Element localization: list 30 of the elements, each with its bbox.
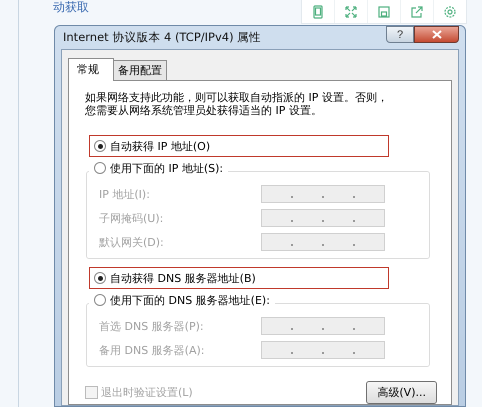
option-label: 自动获得 DNS 服务器地址(B) xyxy=(110,270,256,286)
share-icon[interactable] xyxy=(410,4,424,18)
tab[interactable]: 常规 xyxy=(68,58,114,81)
window-title: Internet 协议版本 4 (TCP/IPv4) 属性 xyxy=(62,30,262,45)
tab[interactable]: 备用配置 xyxy=(113,60,167,81)
save-icon[interactable] xyxy=(377,4,391,18)
ip-input-field[interactable] xyxy=(261,209,385,227)
option-label: 自动获得 IP 地址(O) xyxy=(110,138,210,154)
settings-icon[interactable] xyxy=(443,4,457,18)
field-label: 默认网关(D): xyxy=(99,234,164,250)
tablet-icon[interactable] xyxy=(311,4,325,18)
description-text: 如果网络支持此功能，则可以获取自动指派的 IP 设置。否则， xyxy=(85,91,389,104)
close-button[interactable] xyxy=(414,26,459,43)
field-label: 首选 DNS 服务器(P): xyxy=(99,318,204,334)
fullscreen-icon[interactable] xyxy=(344,4,358,18)
advanced-button[interactable]: 高级(V)... xyxy=(366,381,437,404)
ip-input-field[interactable] xyxy=(261,233,385,251)
checkbox-label: 退出时验证设置(L) xyxy=(101,385,193,400)
option-label: 使用下面的 DNS 服务器地址(E): xyxy=(110,292,270,308)
description-text: 您需要从网络系统管理员处获得适当的 IP 设置。 xyxy=(85,104,323,117)
ip-input-field[interactable] xyxy=(261,185,385,203)
close-icon xyxy=(432,30,442,39)
page-text: 动获取 xyxy=(53,0,89,14)
ip-input-field[interactable] xyxy=(261,317,385,335)
field-label: 子网掩码(U): xyxy=(99,210,164,226)
ip-input-field[interactable] xyxy=(261,341,385,359)
option-label: 使用下面的 IP 地址(S): xyxy=(110,160,224,176)
help-button[interactable]: ? xyxy=(386,26,414,43)
field-label: IP 地址(I): xyxy=(99,186,150,202)
field-label: 备用 DNS 服务器(A): xyxy=(99,342,204,358)
